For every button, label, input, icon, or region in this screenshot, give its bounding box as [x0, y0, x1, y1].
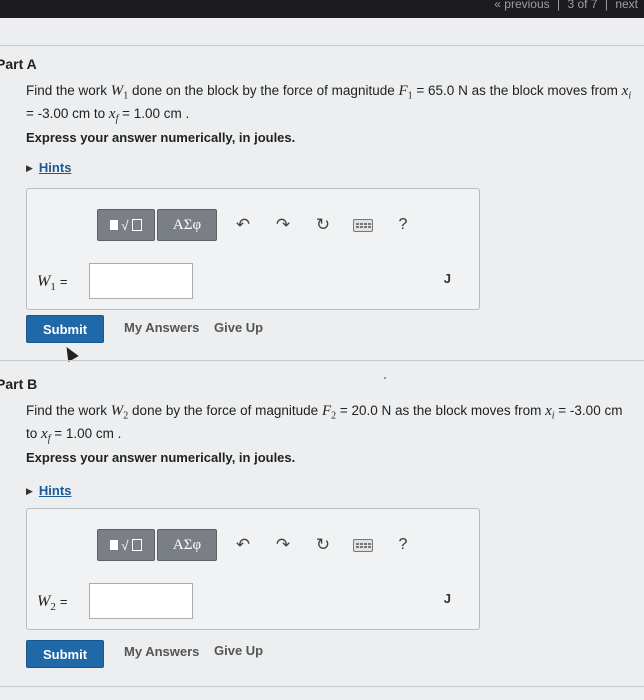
answer-label: W1 =: [37, 273, 68, 294]
previous-link[interactable]: « previous: [494, 0, 549, 11]
part-a-answer-box: √ ΑΣφ ↶ ↷ ↻ ? W1 = J: [26, 188, 480, 310]
unit-label: J: [443, 591, 451, 606]
dot: [384, 377, 386, 379]
part-b-answer-box: √ ΑΣφ ↶ ↷ ↻ ? W2 = J: [26, 508, 480, 630]
nav-separator: |: [557, 0, 561, 11]
next-link[interactable]: next: [615, 0, 638, 11]
give-up-button[interactable]: Give Up: [214, 320, 263, 335]
part-a-title: Part A: [0, 56, 37, 72]
part-a-instruction: Express your answer numerically, in joul…: [26, 130, 296, 145]
problem-nav: « previous | 3 of 7 | next: [490, 0, 638, 11]
templates-icon[interactable]: √: [97, 529, 155, 561]
divider: [0, 45, 644, 46]
keyboard-icon[interactable]: [349, 530, 377, 560]
keyboard-icon[interactable]: [349, 210, 377, 240]
greek-symbols-button[interactable]: ΑΣφ: [157, 529, 217, 561]
undo-icon[interactable]: ↶: [229, 530, 257, 560]
unit-label: J: [443, 271, 451, 286]
part-b-question: Find the work W2 done by the force of ma…: [26, 403, 623, 445]
my-answers-button[interactable]: My Answers: [124, 644, 199, 659]
answer-input[interactable]: [89, 583, 193, 619]
help-icon[interactable]: ?: [389, 210, 417, 240]
templates-icon[interactable]: √: [97, 209, 155, 241]
divider: [0, 686, 644, 687]
greek-symbols-button[interactable]: ΑΣφ: [157, 209, 217, 241]
problem-position: 3 of 7: [567, 0, 598, 11]
part-a-question: Find the work W1 done on the block by th…: [26, 83, 632, 125]
submit-button[interactable]: Submit: [26, 315, 104, 343]
reset-icon[interactable]: ↻: [309, 210, 337, 240]
nav-separator: |: [604, 0, 608, 11]
top-bar: « previous | 3 of 7 | next: [0, 0, 644, 18]
part-a-hints-link[interactable]: ▶ Hints: [26, 160, 71, 175]
undo-icon[interactable]: ↶: [229, 210, 257, 240]
help-icon[interactable]: ?: [389, 530, 417, 560]
redo-icon[interactable]: ↷: [269, 210, 297, 240]
chevron-right-icon: ▶: [26, 163, 33, 173]
part-b-instruction: Express your answer numerically, in joul…: [26, 450, 296, 465]
my-answers-button[interactable]: My Answers: [124, 320, 199, 335]
part-b-title: Part B: [0, 376, 38, 392]
math-toolbar: √ ΑΣφ ↶ ↷ ↻ ?: [97, 209, 417, 241]
chevron-right-icon: ▶: [26, 486, 33, 496]
reset-icon[interactable]: ↻: [309, 530, 337, 560]
answer-label: W2 =: [37, 593, 68, 614]
answer-input[interactable]: [89, 263, 193, 299]
give-up-button[interactable]: Give Up: [214, 643, 263, 658]
part-b-hints-link[interactable]: ▶ Hints: [26, 483, 71, 498]
redo-icon[interactable]: ↷: [269, 530, 297, 560]
submit-button[interactable]: Submit: [26, 640, 104, 668]
math-toolbar: √ ΑΣφ ↶ ↷ ↻ ?: [97, 529, 417, 561]
divider: [0, 360, 644, 361]
